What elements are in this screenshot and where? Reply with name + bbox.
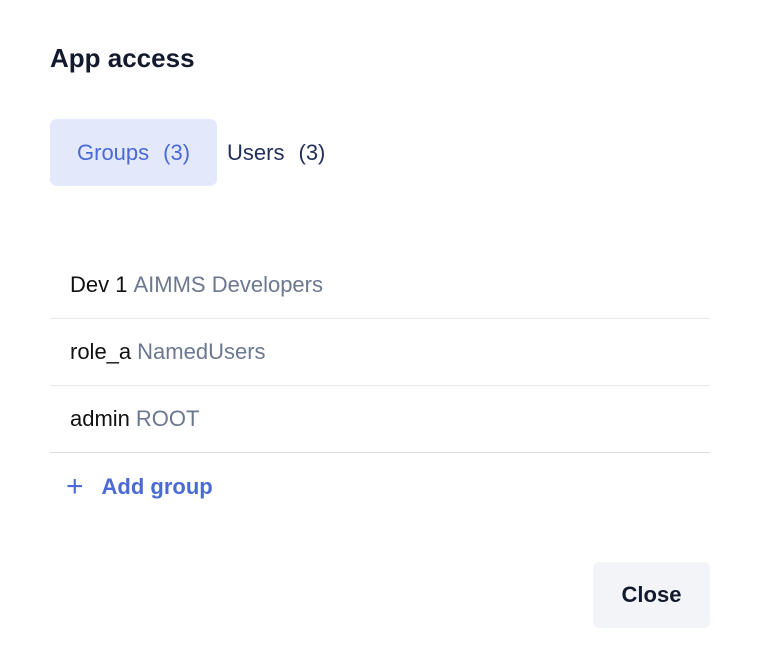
tab-groups[interactable]: Groups (3) [50,119,218,186]
list-item: admin ROOT [50,386,710,453]
add-group-button[interactable]: + Add group [66,472,213,502]
list-item: role_a NamedUsers [50,319,710,386]
list-item: Dev 1 AIMMS Developers [50,252,710,319]
group-member-name: admin [70,406,130,431]
group-member-name: role_a [70,339,132,364]
close-button[interactable]: Close [593,562,710,628]
group-member-name: Dev 1 [70,272,128,297]
dialog-title: App access [50,43,195,73]
add-group-label: Add group [101,474,213,499]
tab-bar: Groups (3) Users (3) [50,119,352,186]
tab-groups-count: (3) [163,139,191,165]
app-access-dialog: App access Groups (3) Users (3) Dev 1 AI… [0,0,763,667]
tab-groups-label: Groups [77,139,150,165]
plus-icon: + [66,470,84,503]
tab-users-count: (3) [298,139,326,165]
group-name: AIMMS Developers [133,272,323,297]
tab-users[interactable]: Users (3) [217,119,352,186]
group-list: Dev 1 AIMMS Developers role_a NamedUsers… [50,252,710,453]
group-name: ROOT [135,406,200,431]
tab-users-label: Users [227,139,285,165]
group-name: NamedUsers [137,339,266,364]
